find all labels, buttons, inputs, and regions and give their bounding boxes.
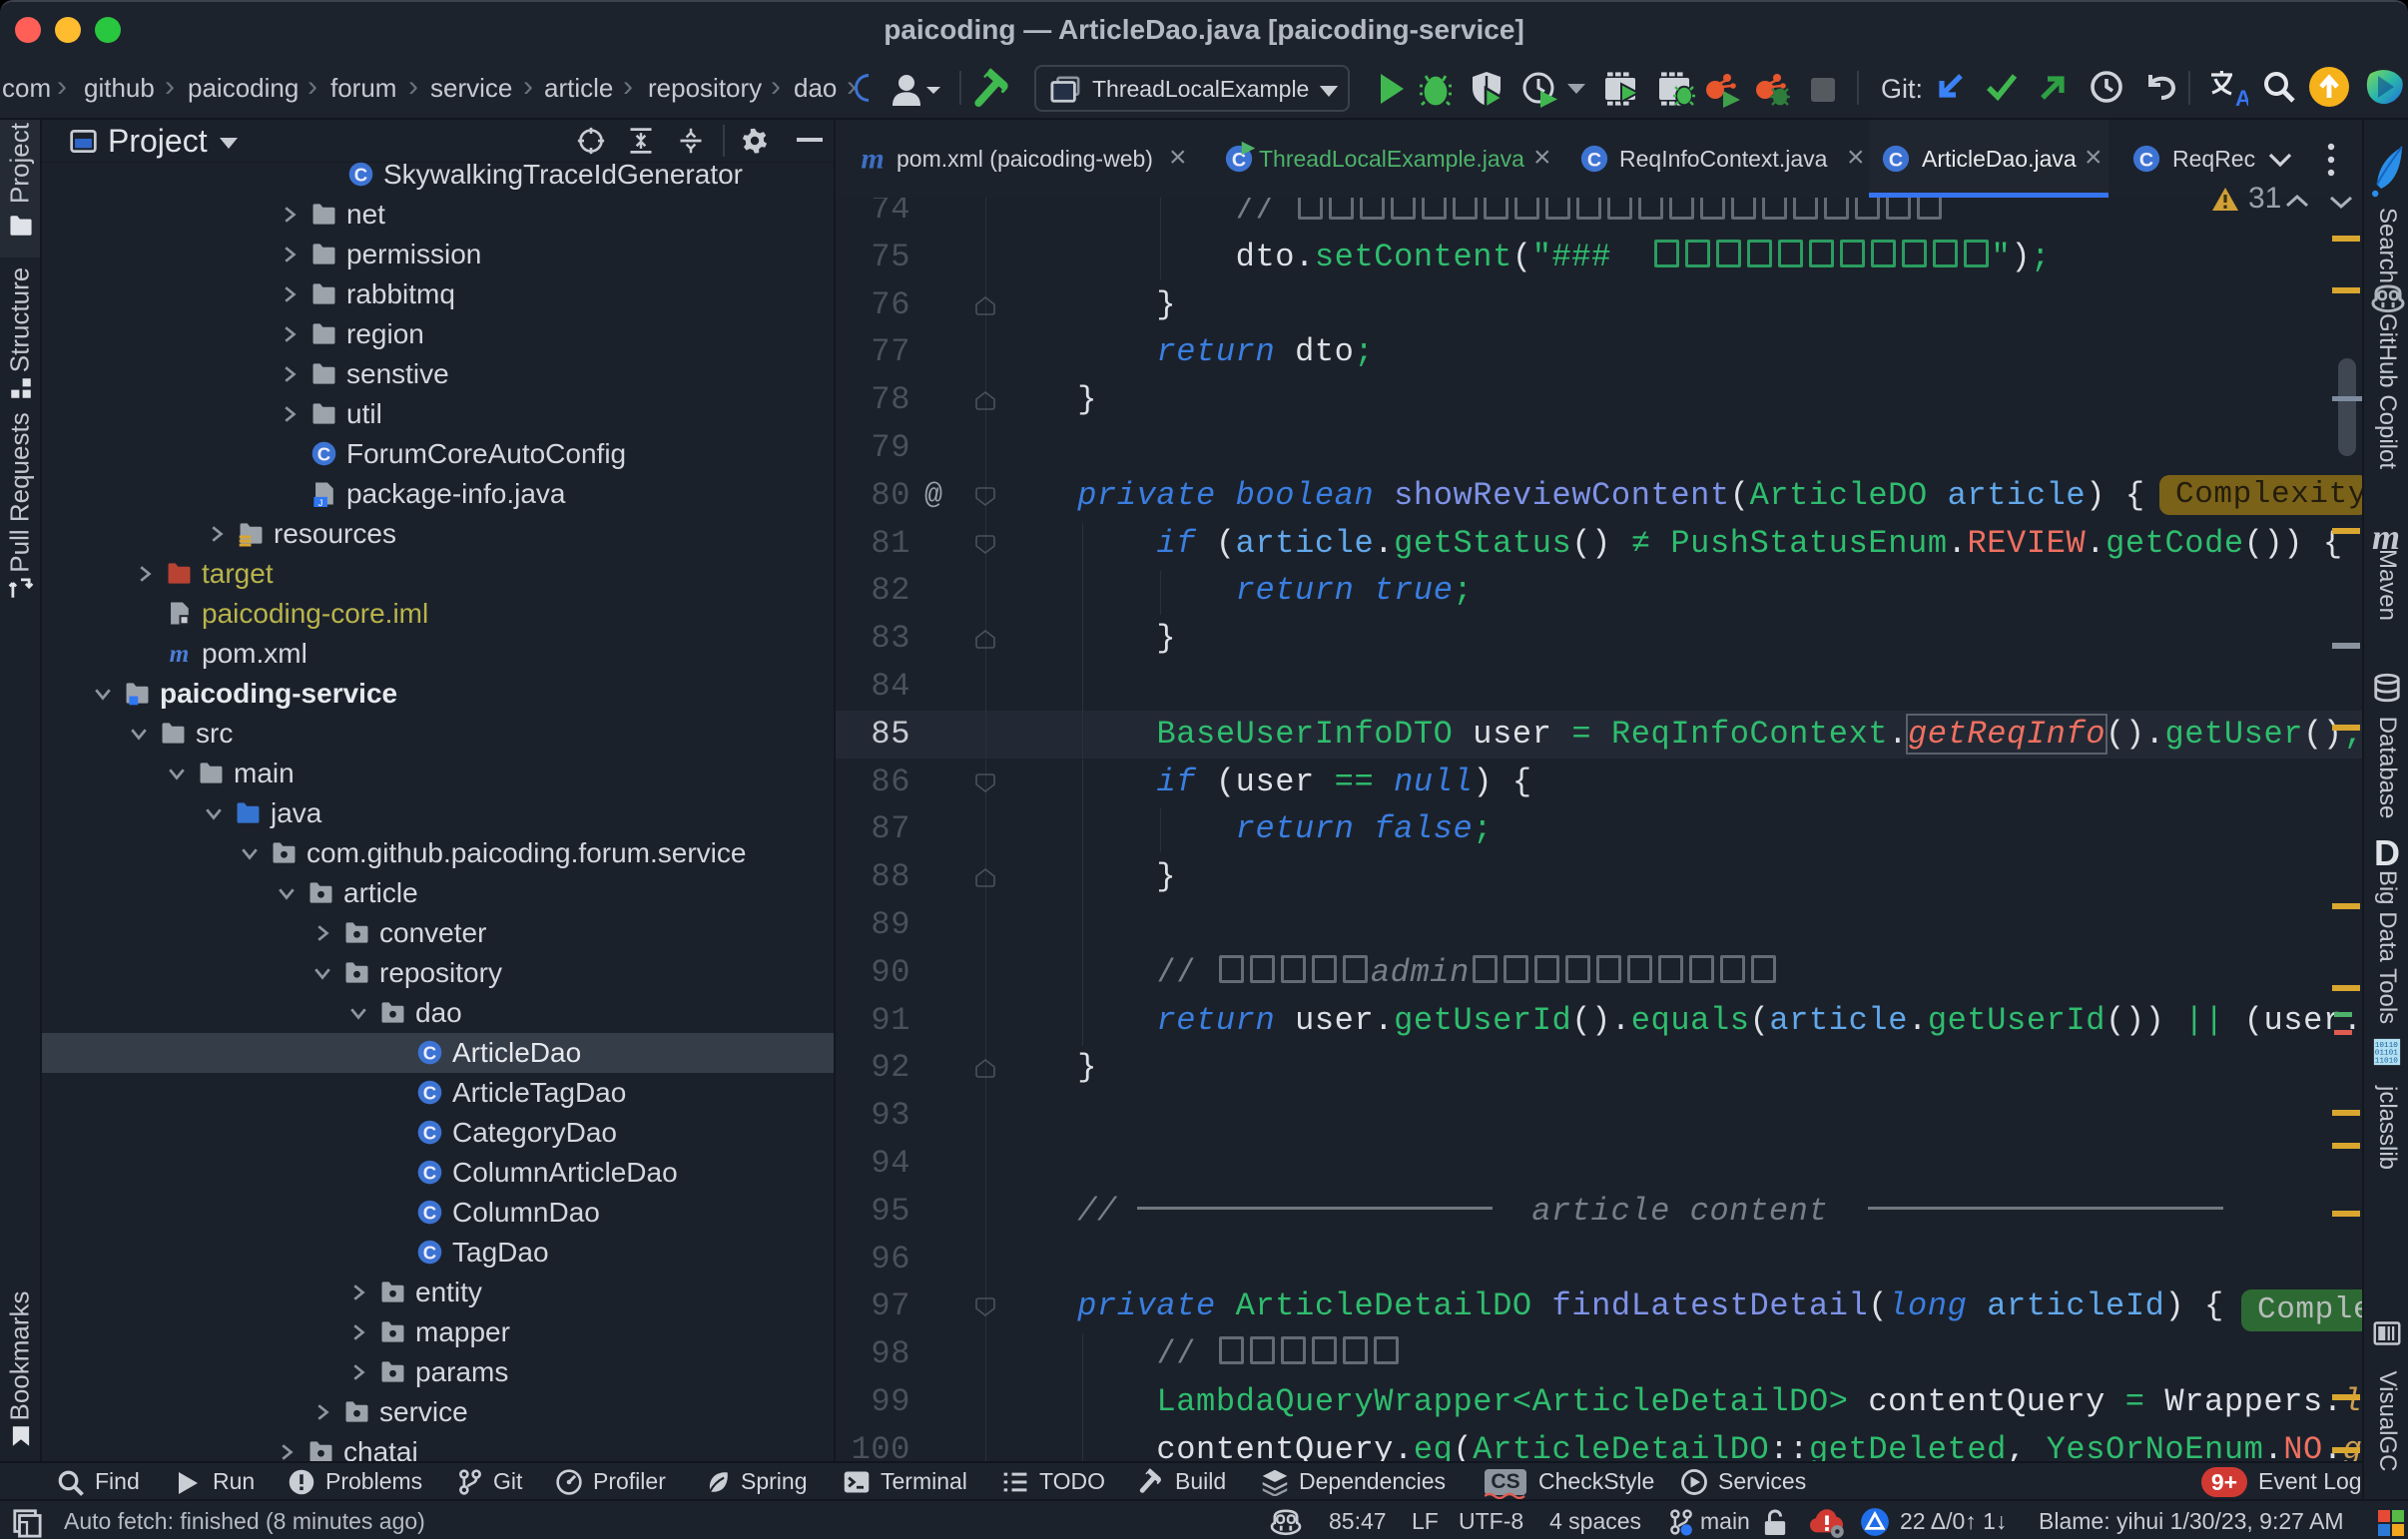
svg-text:C: C bbox=[1889, 150, 1903, 172]
svg-text:10110: 10110 bbox=[2375, 1042, 2398, 1050]
svg-text:C: C bbox=[2139, 150, 2153, 172]
svg-text:01101: 01101 bbox=[2375, 1050, 2398, 1058]
svg-text:m: m bbox=[861, 144, 884, 174]
svg-text:A: A bbox=[2235, 86, 2248, 108]
svg-text:C: C bbox=[1587, 150, 1601, 172]
